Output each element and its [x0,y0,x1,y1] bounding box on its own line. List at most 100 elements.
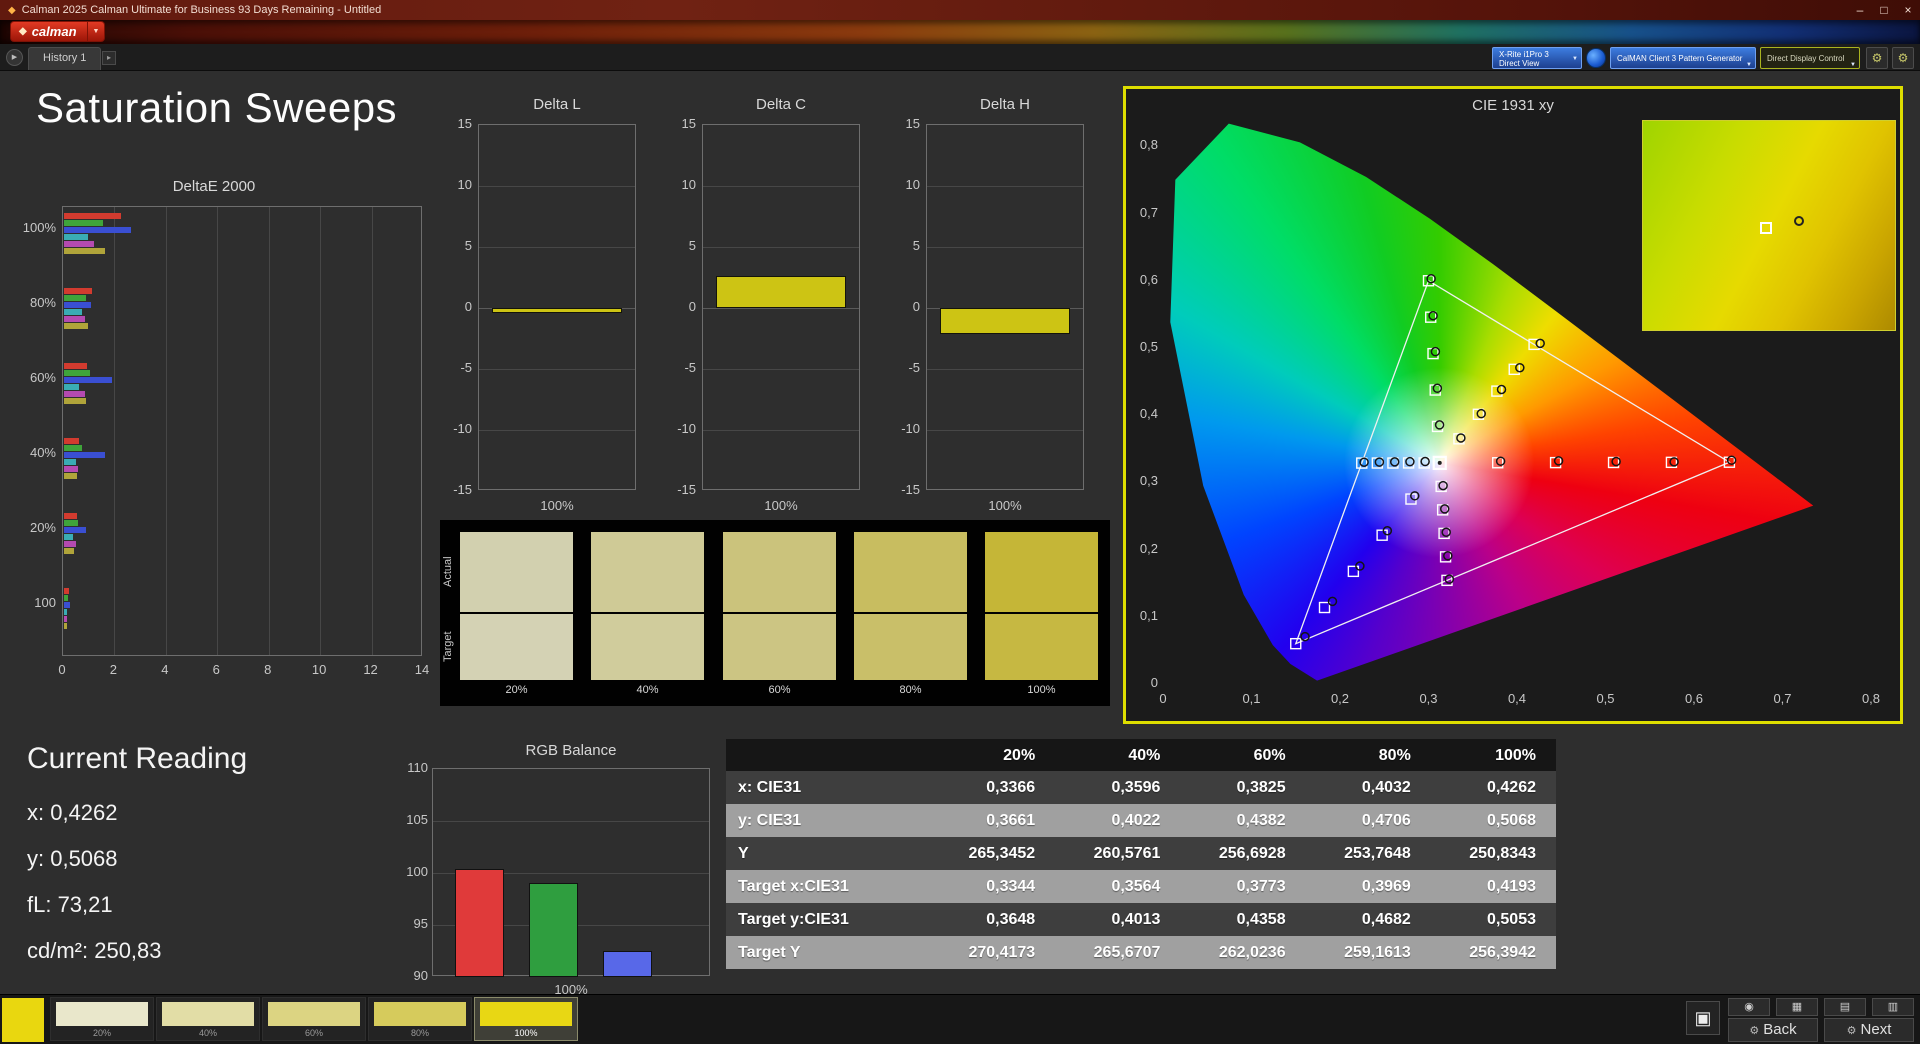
window-title: Calman 2025 Calman Ultimate for Business… [21,4,382,16]
current-reading-panel: Current Reading x: 0,4262 y: 0,5068 fL: … [27,742,357,974]
calman-menu-caret-icon[interactable]: ▼ [87,21,106,42]
delta_l-ytick-15: 15 [457,116,472,131]
chevron-down-icon: ▼ [1572,56,1578,62]
delta_c-gridline-0 [703,308,859,309]
rgb-balance-title: RGB Balance [525,742,617,759]
level-button-80%[interactable]: 80% [368,997,472,1041]
results-table: 20% 40% 60% 80% 100% x: CIE31 0,3366 0,3596 0,3… [726,739,1556,969]
cie-zoom-inset [1642,120,1896,331]
target-swatch-20% [460,614,573,680]
delta_c-ytick-0: 0 [688,299,696,314]
tab-scroll-button[interactable]: ▸ [102,51,116,65]
meter-status-badge[interactable] [1586,48,1606,68]
deltae-gridline [320,207,322,655]
level-swatch-60% [268,1002,360,1026]
table-cell: 0,4706 [1361,812,1411,829]
delta-l-xlabel: 100% [540,498,574,513]
app-icon: ◆ [8,4,16,16]
cie-ytick-0,1: 0,1 [1139,607,1158,623]
deltae-bar-magenta-80% [64,316,85,322]
export-icon-button[interactable]: ▥ [1872,998,1914,1016]
meter-dropdown[interactable]: X-Rite i1Pro 3 Direct View ▼ [1492,47,1582,69]
level-swatch-100% [480,1002,572,1026]
table-cell: 0,4022 [1111,812,1161,829]
delta_h-gridline-5 [927,247,1083,248]
printer-icon-button[interactable]: ▤ [1824,998,1866,1016]
cie-xtick-0,8: 0,8 [1861,691,1881,706]
deltae-bar-yellow-60% [64,398,86,404]
settings-gear-button[interactable]: ⚙ [1866,47,1888,69]
table-cell: 0,4382 [1236,812,1286,829]
options-gear-button[interactable]: ⚙ [1892,47,1914,69]
level-label-80%: 80% [410,1028,429,1038]
deltae-ytick-100%: 100% [22,220,56,235]
reading-x: x: 0,4262 [27,800,118,825]
table-cell: 256,6928 [1218,845,1286,862]
table-row-label: Y [738,845,749,862]
titlebar: ◆ Calman 2025 Calman Ultimate for Busine… [0,0,1920,20]
layout-icon-button[interactable]: ▦ [1776,998,1818,1016]
footer-bar: 20% 40% 60% 80% 100% ▣ ◉ ▦ ▤ ▥ ⚙ Back ⚙ Next [0,994,1920,1044]
tab-history-1[interactable]: History 1 [28,47,102,70]
deltae-bar-blue-20% [64,527,86,533]
deltae-gridline [114,207,116,655]
deltae-ytick-100: 100 [34,595,56,610]
workflow-nav-button[interactable]: ▶ [6,49,23,66]
deltae-bar-green-100 [64,595,68,601]
level-button-100%[interactable]: 100% [474,997,578,1041]
deltae-bar-green-40% [64,445,82,451]
deltae-bar-yellow-40% [64,473,77,479]
source-dropdown[interactable]: CalMAN Client 3 Pattern Generator ▼ [1610,47,1756,69]
inset-measured-marker [1794,216,1805,227]
cie-ytick-0: 0 [1150,675,1158,690]
cie-ytick-0,5: 0,5 [1139,338,1158,354]
target-marker-blue [1376,529,1388,541]
table-cell: 265,6707 [1093,944,1161,961]
delta_l-ytick--10: -10 [453,421,472,436]
display-control-dropdown[interactable]: Direct Display Control ▼ [1760,47,1860,69]
app-window: ◆ Calman 2025 Calman Ultimate for Busine… [0,0,1920,1044]
level-button-60%[interactable]: 60% [262,997,366,1041]
table-cell: 265,3452 [968,845,1036,862]
table-cell: 253,7648 [1344,845,1411,862]
close-button[interactable]: × [1896,1,1920,19]
table-row-label: y: CIE31 [738,812,802,829]
deltae-bar-blue-100 [64,602,71,608]
delta_h-gridline--5 [927,369,1083,370]
deltae-xtick-12: 12 [363,662,378,677]
target-swatch-60% [723,614,836,680]
table-cell: 0,4032 [1361,779,1411,796]
delta_h-ytick--5: -5 [908,360,920,375]
cie-ytick-0,7: 0,7 [1139,204,1158,220]
deltae-xtick-4: 4 [161,662,169,677]
measured-marker-cyan [1405,456,1415,467]
next-label: Next [1860,1021,1892,1038]
level-swatch-80% [374,1002,466,1026]
target-marker-green [1429,384,1441,396]
compare-column-label: 80% [899,684,922,696]
table-cell: 0,4013 [1111,911,1161,928]
level-button-40%[interactable]: 40% [156,997,260,1041]
table-col-header: 100% [1495,747,1536,764]
cie-xtick-0,1: 0,1 [1242,691,1261,706]
actual-swatch-40% [591,532,704,612]
reading-fl: fL: 73,21 [27,892,113,917]
minimize-button[interactable]: – [1848,1,1872,19]
cie-ytick-0,6: 0,6 [1139,271,1158,287]
camera-icon-button[interactable]: ◉ [1728,998,1770,1016]
compare-column-label: 20% [505,684,528,696]
measured-marker-cyan [1420,456,1430,467]
target-marker-magenta [1438,527,1450,540]
deltae-plot [62,206,422,656]
level-button-20%[interactable]: 20% [50,997,154,1041]
maximize-button[interactable]: □ [1872,1,1896,19]
deltae-bar-magenta-40% [64,466,79,472]
pattern-window-button[interactable]: ▣ [1686,1001,1720,1035]
delta_l-gridline-5 [479,247,635,248]
table-col-header: 20% [1003,747,1036,764]
next-button[interactable]: ⚙ Next [1824,1018,1914,1042]
deltae-bar-green-100% [64,220,103,226]
back-button[interactable]: ⚙ Back [1728,1018,1818,1042]
calman-menu-button[interactable]: ◆ calman ▼ [10,21,106,42]
level-label-40%: 40% [198,1028,217,1038]
